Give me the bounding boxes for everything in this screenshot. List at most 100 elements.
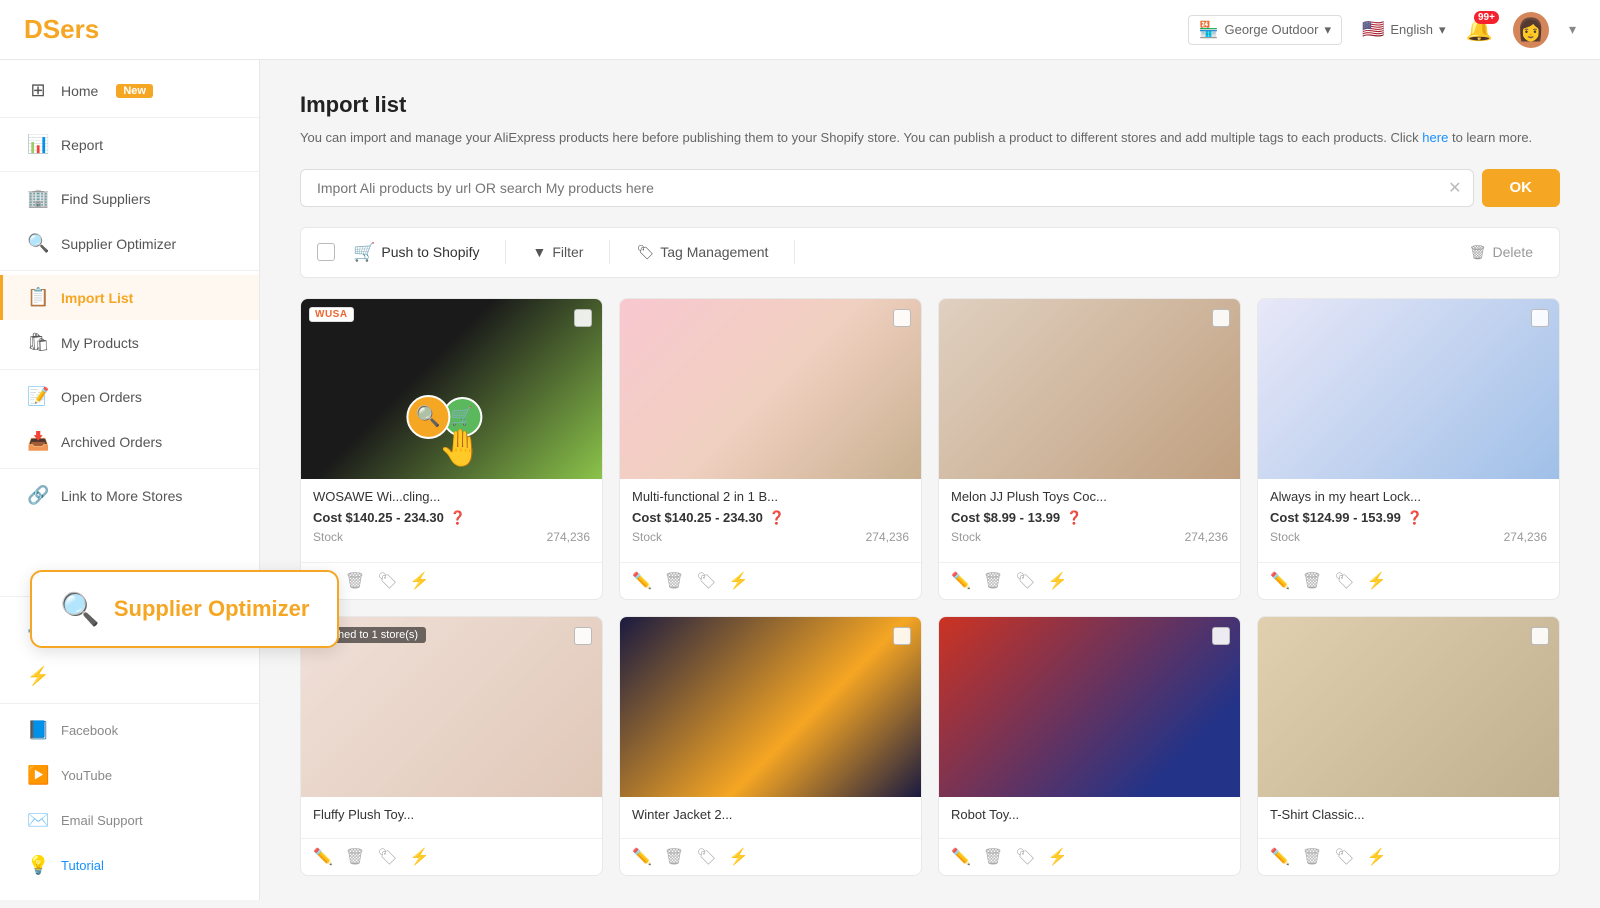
delete-icon[interactable]: 🗑 [1302, 571, 1322, 591]
sidebar-item-import-list[interactable]: 📋 Import List [0, 275, 259, 320]
sidebar-item-my-products[interactable]: 🛍 My Products [0, 320, 259, 365]
sidebar-item-tutorial[interactable]: 💡 Tutorial [0, 843, 259, 888]
sidebar-item-link-stores[interactable]: 🔗 Link to More Stores [0, 473, 259, 518]
tag-icon: 🏷 [636, 244, 654, 261]
delete-icon[interactable]: 🗑 [1302, 847, 1322, 867]
sidebar-item-report[interactable]: 📊 Report [0, 122, 259, 167]
split-icon[interactable]: ⚡ [1048, 847, 1068, 867]
sidebar-item-facebook[interactable]: 📘 Facebook [0, 708, 259, 753]
cost-help-icon[interactable]: ❓ [769, 510, 785, 526]
sidebar-item-find-suppliers[interactable]: 🏢 Find Suppliers [0, 176, 259, 221]
sidebar-item-customize[interactable]: ⚡ [0, 654, 259, 699]
product-checkbox[interactable] [893, 627, 911, 645]
product-name: Multi-functional 2 in 1 B... [632, 489, 909, 504]
product-name: Winter Jacket 2... [632, 807, 909, 822]
split-icon[interactable]: ⚡ [1048, 571, 1068, 591]
push-to-shopify-button[interactable]: 🛒 Push to Shopify [343, 238, 489, 267]
edit-icon[interactable]: ✏️ [951, 847, 971, 867]
product-name: Robot Toy... [951, 807, 1228, 822]
filter-icon: ▼ [532, 244, 546, 260]
product-checkbox[interactable] [574, 627, 592, 645]
separator [794, 240, 795, 264]
sidebar-item-label: Home [61, 83, 98, 99]
product-checkbox[interactable] [1212, 309, 1230, 327]
tag-icon[interactable]: 🏷 [696, 847, 716, 867]
avatar-img: 👩 [1517, 17, 1544, 43]
split-icon[interactable]: ⚡ [729, 571, 749, 591]
avatar[interactable]: 👩 [1513, 12, 1549, 48]
cost-help-icon[interactable]: ❓ [1407, 510, 1423, 526]
edit-icon[interactable]: ✏️ [1270, 847, 1290, 867]
tag-icon[interactable]: 🏷 [1015, 571, 1035, 591]
delete-button[interactable]: 🗑 Delete [1459, 240, 1543, 265]
sidebar-item-open-orders[interactable]: 📝 Open Orders [0, 374, 259, 419]
split-icon[interactable]: ⚡ [1367, 847, 1387, 867]
product-card-actions: ✏️ 🗑 🏷 ⚡ [620, 838, 921, 875]
app-logo: DSers [24, 14, 99, 45]
delete-icon[interactable]: 🗑 [345, 847, 365, 867]
sidebar-item-youtube[interactable]: ▶️ YouTube [0, 753, 259, 798]
split-icon[interactable]: ⚡ [1367, 571, 1387, 591]
store-selector[interactable]: 🏪 George Outdoor ▾ [1188, 15, 1342, 45]
product-checkbox[interactable] [893, 309, 911, 327]
product-card: Winter Jacket 2... ✏️ 🗑 🏷 ⚡ [619, 616, 922, 876]
tag-icon[interactable]: 🏷 [1334, 847, 1354, 867]
cost-value: Cost $8.99 - 13.99 [951, 510, 1060, 525]
stock-label: Stock [951, 530, 981, 544]
edit-icon[interactable]: ✏️ [1270, 571, 1290, 591]
sidebar-item-label: Archived Orders [61, 434, 162, 450]
split-icon[interactable]: ⚡ [410, 847, 430, 867]
tag-icon[interactable]: 🏷 [377, 571, 397, 591]
tag-icon[interactable]: 🏷 [1015, 847, 1035, 867]
product-checkbox[interactable] [1531, 309, 1549, 327]
notification-button[interactable]: 🔔 99+ [1466, 17, 1493, 43]
product-checkbox[interactable] [1531, 627, 1549, 645]
product-checkbox[interactable] [1212, 627, 1230, 645]
sidebar-item-home[interactable]: ⊞ Home New [0, 68, 259, 113]
edit-icon[interactable]: ✏️ [632, 847, 652, 867]
push-label: Push to Shopify [381, 244, 479, 260]
delete-icon[interactable]: 🗑 [345, 571, 365, 591]
clear-search-icon[interactable]: ✕ [1448, 178, 1461, 198]
split-icon[interactable]: ⚡ [729, 847, 749, 867]
product-checkbox[interactable] [574, 309, 592, 327]
edit-icon[interactable]: ✏️ [951, 571, 971, 591]
edit-icon[interactable]: ✏️ [313, 847, 333, 867]
delete-icon[interactable]: 🗑 [983, 847, 1003, 867]
page-description: You can import and manage your AliExpres… [300, 128, 1560, 149]
shopify-icon: 🛒 [353, 242, 375, 263]
select-all-checkbox[interactable] [317, 243, 335, 261]
tag-icon[interactable]: 🏷 [696, 571, 716, 591]
language-selector[interactable]: 🇺🇸 English ▾ [1362, 19, 1446, 40]
delete-label: Delete [1493, 244, 1533, 260]
split-icon[interactable]: ⚡ [410, 571, 430, 591]
delete-icon[interactable]: 🗑 [664, 847, 684, 867]
stock-value: 274,236 [1185, 530, 1228, 544]
search-input[interactable] [300, 169, 1474, 207]
header: DSers 🏪 George Outdoor ▾ 🇺🇸 English ▾ 🔔 … [0, 0, 1600, 60]
product-image [620, 617, 921, 797]
sidebar-item-label: Find Suppliers [61, 191, 151, 207]
supplier-optimizer-icon: 🔍 [27, 233, 49, 254]
delete-icon[interactable]: 🗑 [664, 571, 684, 591]
cost-help-icon[interactable]: ❓ [1066, 510, 1082, 526]
tag-icon[interactable]: 🏷 [377, 847, 397, 867]
tag-management-button[interactable]: 🏷 Tag Management [626, 240, 778, 265]
ok-button[interactable]: OK [1482, 169, 1561, 207]
app-layout: ⊞ Home New 📊 Report 🏢 Find Suppliers 🔍 S… [0, 60, 1600, 908]
sidebar-item-email-support[interactable]: ✉️ Email Support [0, 798, 259, 843]
delete-icon[interactable]: 🗑 [983, 571, 1003, 591]
sidebar-item-label: Open Orders [61, 389, 142, 405]
filter-button[interactable]: ▼ Filter [522, 240, 593, 264]
sidebar-item-archived-orders[interactable]: 📥 Archived Orders [0, 419, 259, 464]
cost-row: Cost $140.25 - 234.30 ❓ [313, 510, 590, 526]
tutorial-icon: 💡 [27, 855, 49, 876]
link-stores-icon: 🔗 [27, 485, 49, 506]
avatar-chevron-icon: ▾ [1569, 21, 1576, 38]
sidebar-item-label: YouTube [61, 768, 112, 783]
edit-icon[interactable]: ✏️ [632, 571, 652, 591]
learn-more-link[interactable]: here [1422, 130, 1448, 145]
cost-help-icon[interactable]: ❓ [450, 510, 466, 526]
tag-icon[interactable]: 🏷 [1334, 571, 1354, 591]
sidebar-item-supplier-optimizer[interactable]: 🔍 Supplier Optimizer [0, 221, 259, 266]
